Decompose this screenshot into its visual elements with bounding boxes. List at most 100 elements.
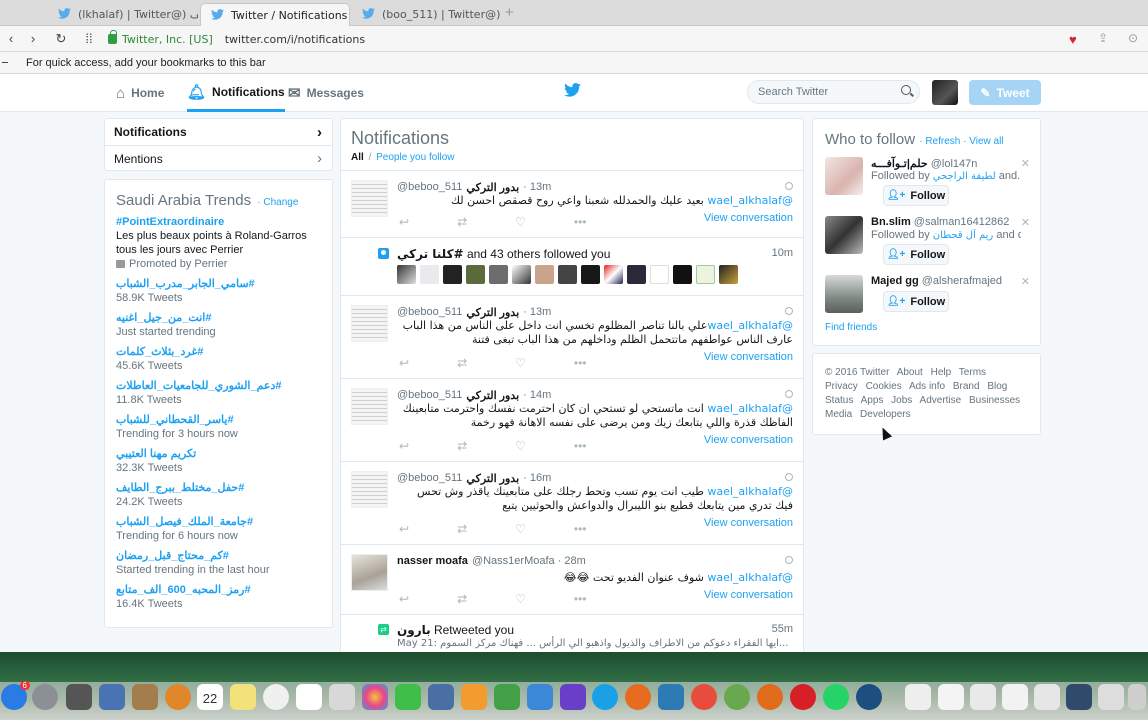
avatar[interactable]: [673, 265, 692, 284]
trend-item[interactable]: #دعم_الشوري_للجامعيات_العاطلات 11.8K Twee…: [116, 379, 321, 407]
trend-item[interactable]: #انت_من_جيل_اغنيه Just started trending: [116, 311, 321, 339]
avatar[interactable]: [420, 265, 439, 284]
itunes-icon[interactable]: [263, 684, 289, 710]
find-friends-link[interactable]: Find friends: [825, 322, 877, 333]
retweet-icon[interactable]: ⇄: [457, 439, 467, 453]
photos-icon[interactable]: [362, 684, 388, 710]
browser-tab-1[interactable]: (lkhalaf) | Twitter@) وائل الخلف: [48, 3, 198, 26]
dismiss-icon[interactable]: ✕: [1021, 275, 1030, 288]
trend-name[interactable]: #PointExtraordinaire: [116, 215, 321, 229]
tweet-item[interactable]: @beboo_511 بدور التركي · 16m @wael_alkha…: [341, 462, 803, 545]
tweet-handle[interactable]: @beboo_511: [397, 181, 462, 193]
footer-link-terms[interactable]: Terms: [959, 367, 986, 378]
preview-icon[interactable]: [99, 684, 125, 710]
tweet-display-name[interactable]: بدور التركي: [466, 306, 519, 319]
footer-link-status[interactable]: Status: [825, 395, 853, 406]
filter-people-you-follow[interactable]: People you follow: [376, 152, 454, 163]
footer-link-advertise[interactable]: Advertise: [920, 395, 962, 406]
view-conversation-link[interactable]: View conversation: [704, 434, 793, 446]
footer-link-jobs[interactable]: Jobs: [891, 395, 912, 406]
trend-name[interactable]: تكريم مهنا العتيبي: [116, 447, 321, 461]
tweet-display-name[interactable]: nasser moafa: [397, 555, 468, 567]
view-conversation-link[interactable]: View conversation: [704, 517, 793, 529]
trends-change-link[interactable]: · Change: [257, 197, 298, 208]
follow-button[interactable]: 👤︎+ Follow: [883, 185, 949, 206]
footer-link-brand[interactable]: Brand: [953, 381, 980, 392]
dismiss-icon[interactable]: ✕: [1021, 157, 1030, 170]
retweet-icon[interactable]: ⇄: [457, 522, 467, 536]
dismiss-icon[interactable]: ✕: [1021, 216, 1030, 229]
trend-item[interactable]: #ياسر_القحطاني_للشباب Trending for 3 hour…: [116, 413, 321, 441]
avatar[interactable]: [512, 265, 531, 284]
tweet-menu-icon[interactable]: [785, 390, 793, 398]
nav-messages[interactable]: ✉ Messages: [288, 74, 364, 112]
document-thumbnail-icon[interactable]: [1066, 684, 1092, 710]
retweet-icon[interactable]: ⇄: [457, 356, 467, 370]
footer-link-ads-info[interactable]: Ads info: [909, 381, 945, 392]
mention-link[interactable]: @wael_alkhalaf: [707, 319, 793, 332]
like-icon[interactable]: ♡: [515, 215, 526, 229]
more-icon[interactable]: •••: [574, 592, 587, 606]
suggestion-name[interactable]: Bn.slim @salman16412862: [871, 216, 1009, 228]
footer-link-businesses[interactable]: Businesses: [969, 395, 1020, 406]
trend-item[interactable]: #سامي_الجابر_مدرب_الشباب 58.9K Tweets: [116, 277, 321, 305]
search-input[interactable]: Search Twitter: [747, 80, 920, 104]
avatar[interactable]: [932, 80, 958, 105]
suggestion-display-name[interactable]: Majed gg: [871, 275, 919, 287]
tweet-item[interactable]: nasser moafa @Nass1erMoafa · 28m @wael_a…: [341, 545, 803, 615]
trend-item[interactable]: #PointExtraordinaire Les plus beaux poin…: [116, 215, 321, 271]
document-thumbnail-icon[interactable]: [1034, 684, 1060, 710]
view-conversation-link[interactable]: View conversation: [704, 589, 793, 601]
footer-link-cookies[interactable]: Cookies: [866, 381, 902, 392]
nav-notifications[interactable]: 🔔︎ Notifications: [187, 74, 285, 112]
footer-link-privacy[interactable]: Privacy: [825, 381, 858, 392]
launchpad-icon[interactable]: [32, 684, 58, 710]
back-icon[interactable]: ‹: [0, 28, 22, 50]
mention-link[interactable]: @wael_alkhalaf: [707, 402, 793, 415]
followed-by-names[interactable]: لطيفة الراجحي: [933, 171, 996, 182]
search-icon[interactable]: [901, 85, 911, 95]
follow-button[interactable]: 👤︎+ Follow: [883, 291, 949, 312]
avatar[interactable]: [696, 265, 715, 284]
new-tab-icon[interactable]: +: [505, 4, 514, 21]
footer-link-media[interactable]: Media: [825, 409, 852, 420]
follower-name[interactable]: #كلنا تركي: [397, 247, 464, 261]
document-thumbnail-icon[interactable]: [970, 684, 996, 710]
view-all-link[interactable]: · View all: [963, 136, 1003, 147]
follow-button[interactable]: 👤︎+ Follow: [883, 244, 949, 265]
keynote-icon[interactable]: [527, 684, 553, 710]
bookmarks-menu-icon[interactable]: [2, 62, 8, 63]
document-thumbnail-icon[interactable]: [905, 684, 931, 710]
tweet-display-name[interactable]: بدور التركي: [466, 472, 519, 485]
imovie-icon[interactable]: [560, 684, 586, 710]
avatar[interactable]: [650, 265, 669, 284]
document-thumbnail-icon[interactable]: [1002, 684, 1028, 710]
trend-name[interactable]: #جامعة_الملك_فيصل_الشباب: [116, 515, 321, 529]
tweet-item[interactable]: @beboo_511 بدور التركي · 13m @wael_alkha…: [341, 296, 803, 379]
tweet-item[interactable]: @beboo_511 بدور التركي · 13m @wael_alkha…: [341, 171, 803, 238]
tab-grid-icon[interactable]: ⁞⁞: [78, 28, 100, 50]
avatar[interactable]: [535, 265, 554, 284]
tweet-avatar[interactable]: [351, 305, 388, 342]
avatar[interactable]: [466, 265, 485, 284]
trash-icon[interactable]: [1128, 684, 1146, 710]
trend-name[interactable]: #انت_من_جيل_اغنيه: [116, 311, 321, 325]
tweet-time[interactable]: · 28m: [558, 555, 586, 567]
quicktime-icon[interactable]: [856, 684, 882, 710]
like-icon[interactable]: ♡: [515, 356, 526, 370]
tweet-avatar[interactable]: [351, 554, 388, 591]
follow-notification[interactable]: #كلنا تركي and 43 others followed you 10…: [341, 238, 803, 296]
forward-icon[interactable]: ›: [22, 28, 44, 50]
heart-bookmark-icon[interactable]: ♥: [1069, 32, 1077, 47]
document-thumbnail-icon[interactable]: [1098, 684, 1124, 710]
firefox-icon[interactable]: [625, 684, 651, 710]
mail-icon[interactable]: [329, 684, 355, 710]
avatar[interactable]: [558, 265, 577, 284]
trend-item[interactable]: #حفل_مختلط_ببرج_الطايف 24.2K Tweets: [116, 481, 321, 509]
address-bar[interactable]: Twitter, Inc. [US] twitter.com/i/notific…: [108, 29, 1088, 49]
footer-link-developers[interactable]: Developers: [860, 409, 911, 420]
reply-icon[interactable]: ↩: [399, 215, 409, 229]
trend-name[interactable]: #غرد_بثلاث_كلمات: [116, 345, 321, 359]
avatar[interactable]: [825, 275, 863, 313]
tweet-display-name[interactable]: بدور التركي: [466, 389, 519, 402]
